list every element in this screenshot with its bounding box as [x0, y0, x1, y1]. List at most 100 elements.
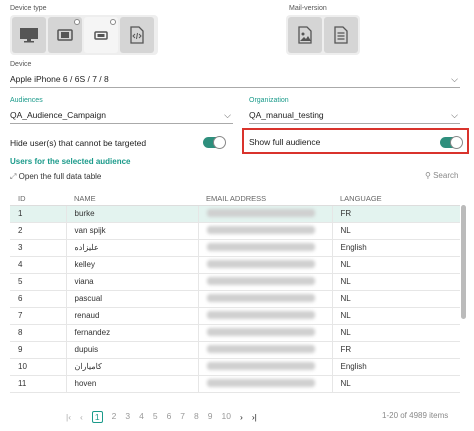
code-button[interactable]: [120, 17, 154, 53]
cell-email: [198, 307, 333, 325]
table-row[interactable]: 6 pascual NL: [10, 290, 460, 308]
last-page-icon[interactable]: ›|: [252, 412, 257, 422]
cell-name: van spijk: [66, 222, 199, 240]
prev-page-icon[interactable]: ‹: [80, 412, 83, 422]
cell-language: NL: [332, 375, 460, 393]
pagination: |‹ ‹ 1 2 3 4 5 6 7 8 9 10 › ›|: [66, 411, 257, 423]
rotate-icon: [74, 19, 80, 25]
cell-name: dupuis: [66, 341, 199, 359]
device-type-group: [10, 15, 158, 55]
first-page-icon[interactable]: |‹: [66, 412, 71, 422]
image-version-button[interactable]: [288, 17, 322, 53]
redacted-email: [206, 242, 315, 251]
external-link-icon: ⤢: [10, 172, 17, 181]
cell-name: kelley: [66, 256, 199, 274]
search-input[interactable]: ⚲ Search: [425, 171, 458, 180]
hide-users-toggle[interactable]: [203, 136, 226, 149]
organization-label: Organization: [249, 97, 289, 104]
page-number[interactable]: 5: [153, 411, 158, 423]
cell-language: NL: [332, 307, 460, 325]
redacted-email: [206, 276, 315, 285]
cell-email: [198, 205, 333, 223]
table-row[interactable]: 9 dupuis FR: [10, 341, 460, 359]
pagination-range: 1-20 of 4989 items: [382, 411, 449, 420]
hide-users-label: Hide user(s) that cannot be targeted: [10, 138, 147, 148]
page-number[interactable]: 7: [180, 411, 185, 423]
device-label: Device: [10, 61, 32, 68]
column-header-language[interactable]: LANGUAGE: [332, 192, 460, 206]
cell-email: [198, 273, 333, 291]
cell-id: 8: [10, 324, 67, 342]
mail-version-group: [286, 15, 360, 55]
table-row[interactable]: 8 fernandez NL: [10, 324, 460, 342]
cell-id: 11: [10, 375, 67, 393]
redacted-email: [206, 293, 315, 302]
device-select[interactable]: Apple iPhone 6 / 6S / 7 / 8 ⌵: [10, 74, 460, 88]
table-row[interactable]: 10 كامياران English: [10, 358, 460, 376]
desktop-icon: [20, 28, 38, 43]
audiences-select[interactable]: QA_Audience_Campaign ⌵: [10, 110, 233, 124]
cell-email: [198, 375, 333, 393]
table-row[interactable]: 2 van spijk NL: [10, 222, 460, 240]
cell-id: 3: [10, 239, 67, 257]
cell-language: NL: [332, 222, 460, 240]
text-version-button[interactable]: [324, 17, 358, 53]
table-row[interactable]: 11 hoven NL: [10, 375, 460, 393]
cell-name: viana: [66, 273, 199, 291]
cell-id: 7: [10, 307, 67, 325]
redacted-email: [206, 378, 315, 387]
organization-value: QA_manual_testing: [249, 110, 324, 120]
cell-name: hoven: [66, 375, 199, 393]
cell-id: 9: [10, 341, 67, 359]
column-header-id[interactable]: ID: [10, 192, 66, 206]
page-number[interactable]: 9: [208, 411, 213, 423]
next-page-icon[interactable]: ›: [240, 412, 243, 422]
table-row[interactable]: 7 renaud NL: [10, 307, 460, 325]
tablet-button[interactable]: [48, 17, 82, 53]
page-number[interactable]: 2: [112, 411, 117, 423]
cell-id: 6: [10, 290, 67, 308]
cell-name: burke: [66, 205, 199, 223]
page-number[interactable]: 4: [139, 411, 144, 423]
cell-email: [198, 222, 333, 240]
column-header-name[interactable]: NAME: [66, 192, 198, 206]
cell-language: English: [332, 239, 460, 257]
page-number[interactable]: 1: [91, 411, 103, 423]
show-full-audience-label: Show full audience: [249, 137, 321, 147]
cell-language: FR: [332, 341, 460, 359]
device-value: Apple iPhone 6 / 6S / 7 / 8: [10, 74, 109, 84]
cell-id: 5: [10, 273, 67, 291]
audiences-value: QA_Audience_Campaign: [10, 110, 106, 120]
cell-email: [198, 358, 333, 376]
cell-language: FR: [332, 205, 460, 223]
page-number[interactable]: 6: [167, 411, 172, 423]
cell-language: NL: [332, 324, 460, 342]
page-number[interactable]: 10: [222, 411, 231, 423]
organization-select[interactable]: QA_manual_testing ⌵: [249, 110, 460, 124]
desktop-button[interactable]: [12, 17, 46, 53]
code-icon: [130, 26, 144, 44]
redacted-email: [206, 361, 315, 370]
table-row[interactable]: 3 عليزاده English: [10, 239, 460, 257]
table-row[interactable]: 1 burke FR: [10, 205, 460, 223]
cell-email: [198, 256, 333, 274]
cell-email: [198, 290, 333, 308]
cell-language: NL: [332, 256, 460, 274]
chevron-down-icon: ⌵: [451, 110, 458, 120]
page-number[interactable]: 3: [125, 411, 130, 423]
table-row[interactable]: 4 kelley NL: [10, 256, 460, 274]
table-scrollbar[interactable]: [461, 205, 466, 319]
phone-button[interactable]: [84, 17, 118, 53]
cell-name: pascual: [66, 290, 199, 308]
chevron-down-icon: ⌵: [224, 110, 231, 120]
cell-email: [198, 324, 333, 342]
show-full-audience-toggle[interactable]: [440, 136, 463, 149]
cell-name: renaud: [66, 307, 199, 325]
cell-id: 1: [10, 205, 67, 223]
open-data-table-link[interactable]: ⤢ Open the full data table: [10, 172, 101, 182]
phone-landscape-icon: [94, 30, 108, 40]
column-header-email[interactable]: EMAIL ADDRESS: [198, 192, 332, 206]
cell-name: كامياران: [66, 358, 199, 376]
page-number[interactable]: 8: [194, 411, 199, 423]
table-row[interactable]: 5 viana NL: [10, 273, 460, 291]
